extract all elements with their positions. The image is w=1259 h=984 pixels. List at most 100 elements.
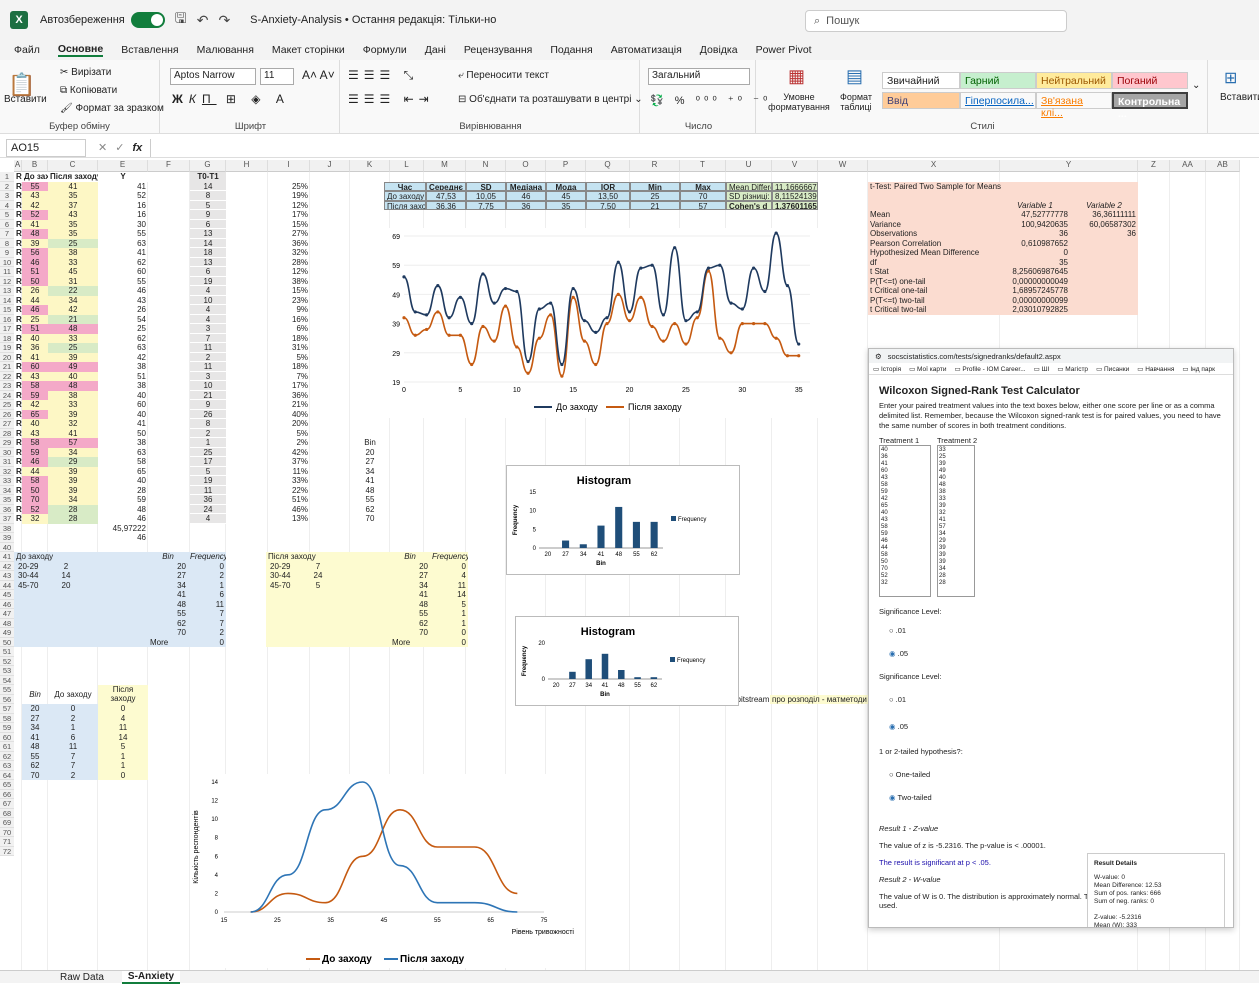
- cut-button[interactable]: ✂ Вирізати: [60, 67, 111, 78]
- row-header[interactable]: 58: [0, 713, 14, 723]
- menu-item-10[interactable]: Довідка: [700, 44, 738, 56]
- row-header[interactable]: 66: [0, 789, 14, 799]
- number-format-dropdown[interactable]: Загальний: [648, 68, 750, 85]
- font-style-buttons[interactable]: ЖКП ⊞ ◈ A: [172, 92, 290, 106]
- row-header[interactable]: 17: [0, 324, 14, 334]
- site-info-icon[interactable]: ⚙: [875, 352, 882, 361]
- line-chart[interactable]: 19 29 39 49 59 69 0 5 10 15 20 25 30 35 До заходу Після…: [384, 228, 820, 418]
- column-header-E[interactable]: E: [98, 160, 148, 172]
- column-header-X[interactable]: X: [868, 160, 1000, 172]
- row-header[interactable]: 52: [0, 656, 14, 666]
- wrap-text-button[interactable]: ⤶ Переносити текст: [458, 70, 549, 81]
- style-hyperlink[interactable]: Гіперпосила...: [960, 92, 1036, 109]
- column-header-O[interactable]: O: [506, 160, 546, 172]
- format-table-button[interactable]: Формат таблиці: [834, 92, 878, 112]
- column-header-V[interactable]: V: [772, 160, 818, 172]
- column-header-N[interactable]: N: [466, 160, 506, 172]
- style-neutral[interactable]: Нейтральний: [1036, 72, 1112, 89]
- menu-item-7[interactable]: Рецензування: [464, 44, 532, 56]
- row-header[interactable]: 7: [0, 229, 14, 239]
- column-header-P[interactable]: P: [546, 160, 586, 172]
- column-header-Y[interactable]: Y: [1000, 160, 1138, 172]
- bookmark-3[interactable]: ▭ ШІ: [1034, 365, 1050, 373]
- column-header-L[interactable]: L: [390, 160, 424, 172]
- treatment2-textarea[interactable]: 33 25 39 49 40 48 38 33 39 32 41 57 34 29 39 39 39 34 28 28: [937, 445, 975, 598]
- style-check-cell[interactable]: Контрольна ...: [1112, 92, 1188, 120]
- column-header-Q[interactable]: Q: [586, 160, 630, 172]
- row-header[interactable]: 1: [0, 172, 14, 182]
- sheet-tab-1[interactable]: S-Anxiety: [121, 970, 181, 984]
- row-header[interactable]: 8: [0, 238, 14, 248]
- row-header[interactable]: 56: [0, 694, 14, 704]
- fx-icon[interactable]: fx: [132, 142, 142, 154]
- formula-input[interactable]: [150, 138, 1259, 157]
- conditional-format-button[interactable]: Умовне форматування: [764, 92, 834, 112]
- row-header[interactable]: 6: [0, 219, 14, 229]
- bookmark-5[interactable]: ▭ Писанки: [1096, 365, 1129, 373]
- row-header[interactable]: 31: [0, 457, 14, 467]
- row-header[interactable]: 51: [0, 647, 14, 657]
- number-buttons[interactable]: 💱 % ⁰⁰⁰ ⁺⁰ ⁻⁰: [650, 94, 771, 107]
- row-header[interactable]: 62: [0, 751, 14, 761]
- row-header[interactable]: 59: [0, 723, 14, 733]
- row-header[interactable]: 50: [0, 637, 14, 647]
- font-size-dropdown[interactable]: 11: [260, 68, 294, 85]
- bookmark-6[interactable]: ▭ Навчання: [1137, 365, 1174, 373]
- option-01-radio-2[interactable]: ○ .01: [889, 695, 1223, 704]
- column-header-A[interactable]: A: [14, 160, 22, 172]
- option-05-radio-2[interactable]: ◉ .05: [889, 722, 1223, 731]
- insert-cells-button[interactable]: Вставити: [1220, 92, 1259, 103]
- column-header-AA[interactable]: AA: [1170, 160, 1206, 172]
- row-header[interactable]: 9: [0, 248, 14, 258]
- align-buttons[interactable]: ☰☰☰ ⤡: [348, 68, 418, 83]
- row-header[interactable]: 44: [0, 580, 14, 590]
- name-box[interactable]: AO15: [6, 138, 86, 157]
- column-header-F[interactable]: F: [148, 160, 190, 172]
- row-header[interactable]: 16: [0, 314, 14, 324]
- histogram-after[interactable]: Histogram Frequency 0 20 20 27 34 41 48 55 62 Bin Fr…: [515, 616, 739, 706]
- two-tailed-radio[interactable]: ◉ Two-tailed: [889, 793, 1223, 802]
- bookmark-1[interactable]: ▭ Мої карти: [909, 365, 946, 373]
- column-header-U[interactable]: U: [726, 160, 772, 172]
- row-header[interactable]: 43: [0, 571, 14, 581]
- row-header[interactable]: 12: [0, 276, 14, 286]
- row-header[interactable]: 36: [0, 504, 14, 514]
- paste-button[interactable]: Вставити: [4, 94, 47, 105]
- row-header[interactable]: 55: [0, 685, 14, 695]
- menu-item-5[interactable]: Формули: [363, 44, 407, 56]
- row-header[interactable]: 39: [0, 533, 14, 543]
- row-header[interactable]: 3: [0, 191, 14, 201]
- styles-more-icon[interactable]: ⌄: [1192, 80, 1200, 91]
- bookmark-0[interactable]: ▭ Історія: [873, 365, 901, 373]
- copy-button[interactable]: ⧉ Копіювати: [60, 85, 117, 96]
- column-header-G[interactable]: G: [190, 160, 226, 172]
- row-header[interactable]: 22: [0, 371, 14, 381]
- row-header[interactable]: 25: [0, 400, 14, 410]
- row-header[interactable]: 33: [0, 476, 14, 486]
- row-header[interactable]: 37: [0, 514, 14, 524]
- row-header[interactable]: 30: [0, 447, 14, 457]
- row-header[interactable]: 34: [0, 485, 14, 495]
- row-header[interactable]: 40: [0, 542, 14, 552]
- insert-cells-icon[interactable]: ⊞: [1224, 68, 1237, 88]
- row-header[interactable]: 72: [0, 846, 14, 856]
- row-header[interactable]: 48: [0, 618, 14, 628]
- row-header[interactable]: 69: [0, 818, 14, 828]
- menu-item-8[interactable]: Подання: [550, 44, 592, 56]
- row-header[interactable]: 5: [0, 210, 14, 220]
- row-header[interactable]: 61: [0, 742, 14, 752]
- row-header[interactable]: 54: [0, 675, 14, 685]
- row-header[interactable]: 32: [0, 466, 14, 476]
- redo-icon[interactable]: ↷: [218, 12, 230, 29]
- row-header[interactable]: 14: [0, 295, 14, 305]
- row-header[interactable]: 20: [0, 352, 14, 362]
- address-bar[interactable]: ⚙ socscistatistics.com/tests/signedranks…: [869, 349, 1233, 363]
- row-header[interactable]: 18: [0, 333, 14, 343]
- column-header-K[interactable]: K: [350, 160, 390, 172]
- menu-item-9[interactable]: Автоматизація: [611, 44, 682, 56]
- sheet-tab-0[interactable]: Raw Data: [60, 972, 104, 983]
- row-header[interactable]: 70: [0, 827, 14, 837]
- row-header[interactable]: 10: [0, 257, 14, 267]
- row-header[interactable]: 19: [0, 343, 14, 353]
- grow-font-button[interactable]: A˄ A˅: [302, 68, 335, 82]
